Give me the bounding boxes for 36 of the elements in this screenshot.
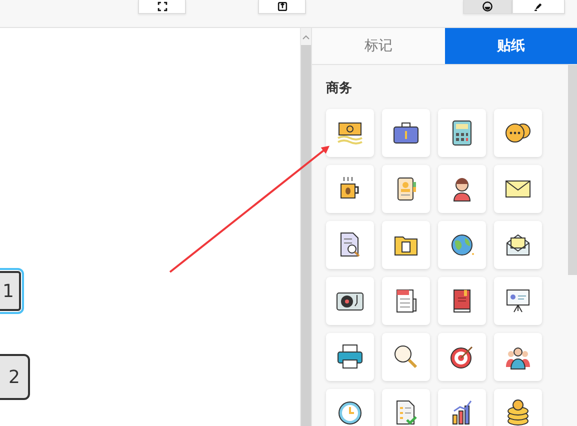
tab[interactable]: 贴纸 <box>444 28 577 64</box>
diagram-node[interactable]: 2 <box>0 354 30 400</box>
pen-icon <box>533 1 544 12</box>
sticker-tile[interactable] <box>438 277 486 325</box>
sticker-tile[interactable] <box>326 389 374 426</box>
sticker-tile[interactable] <box>438 389 486 426</box>
sticker-tile[interactable] <box>494 389 542 426</box>
sticker-tile[interactable] <box>494 165 542 213</box>
sticker-tile[interactable] <box>438 333 486 381</box>
sticker-tile[interactable] <box>494 221 542 269</box>
fullscreen-icon <box>156 1 168 12</box>
sticker-tile[interactable] <box>326 333 374 381</box>
sticker-tile[interactable] <box>382 165 430 213</box>
sticker-tile[interactable] <box>438 165 486 213</box>
sticker-tile[interactable] <box>382 333 430 381</box>
sticker-tile[interactable] <box>494 277 542 325</box>
diagram-node[interactable]: 1 <box>0 268 24 314</box>
sticker-tile[interactable] <box>326 165 374 213</box>
toolbar-button[interactable] <box>258 0 306 14</box>
sticker-tile[interactable] <box>438 109 486 157</box>
toolbar-button[interactable] <box>138 0 186 14</box>
panel-scrollbar-thumb[interactable] <box>568 65 577 275</box>
toolbar-button[interactable] <box>463 0 512 14</box>
section-title: 商务 <box>326 80 353 97</box>
export-icon <box>276 1 288 12</box>
sticker-tile[interactable] <box>494 109 542 157</box>
sticker-tile[interactable] <box>382 221 430 269</box>
sticker-tile[interactable] <box>382 109 430 157</box>
sticker-tile[interactable] <box>494 333 542 381</box>
sticker-tile[interactable] <box>382 389 430 426</box>
sticker-tile[interactable] <box>382 277 430 325</box>
sticker-tile[interactable] <box>326 277 374 325</box>
sticker-tile[interactable] <box>438 221 486 269</box>
sticker-tile[interactable] <box>326 109 374 157</box>
scroll-up-icon[interactable] <box>302 35 310 40</box>
sticker-tile[interactable] <box>326 221 374 269</box>
